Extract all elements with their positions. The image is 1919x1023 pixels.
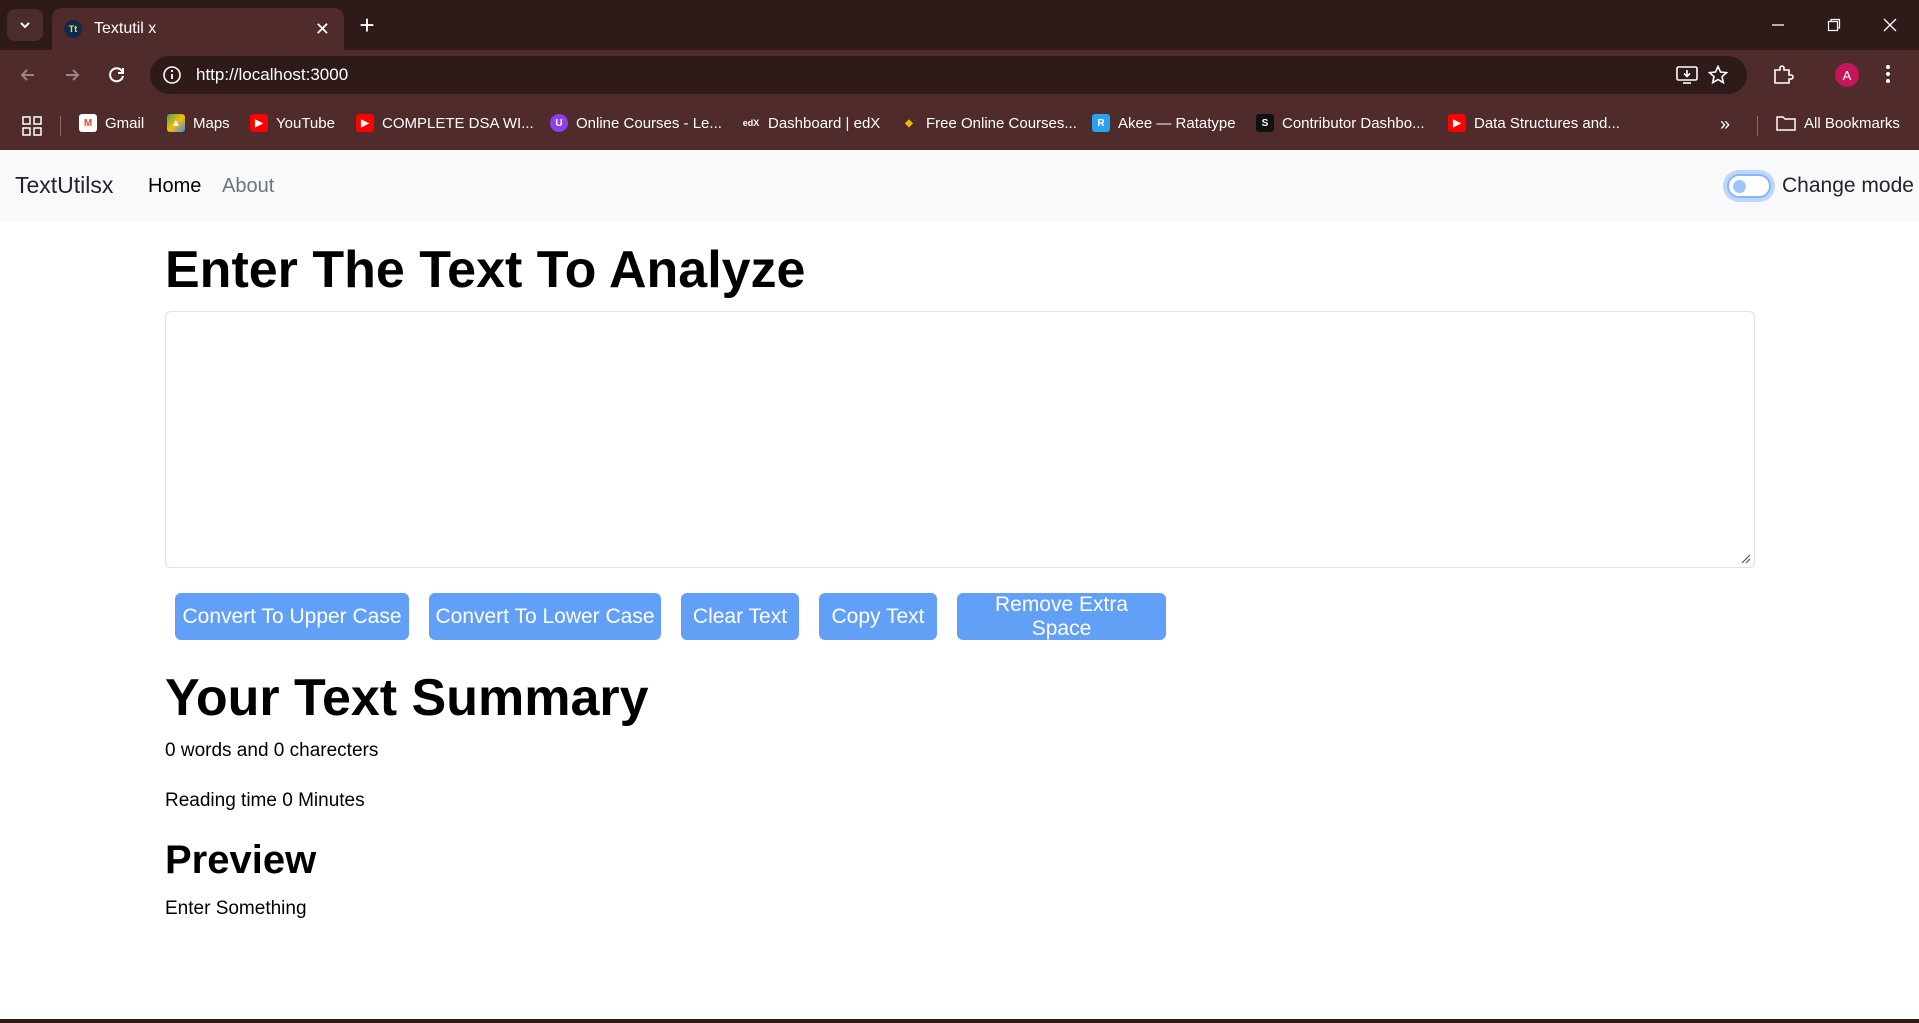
extensions-icon[interactable]	[1772, 63, 1794, 85]
bookmarks-bar: M Gmail ▲ Maps ▶ YouTube ▶ COMPLETE DSA …	[0, 100, 1919, 150]
minimize-button[interactable]	[1750, 0, 1806, 50]
resize-grip-icon[interactable]	[1741, 554, 1751, 564]
bookmark-star-icon[interactable]	[1708, 65, 1728, 85]
preview-text: Enter Something	[165, 898, 307, 919]
address-url[interactable]: http://localhost:3000	[196, 65, 348, 85]
ratatype-icon: R	[1092, 114, 1110, 132]
kebab-menu-icon[interactable]	[1885, 63, 1891, 85]
browser-tab-strip: Tt Textutil x ✕ +	[0, 0, 1919, 50]
copy-text-button[interactable]: Copy Text	[819, 593, 937, 640]
bookmark-label: Data Structures and...	[1474, 114, 1620, 132]
bookmark-edx[interactable]: edX Dashboard | edX	[742, 114, 881, 132]
contributor-icon: S	[1256, 114, 1274, 132]
maps-icon: ▲	[167, 114, 185, 132]
bookmark-separator	[1757, 116, 1758, 136]
folder-icon	[1776, 116, 1796, 131]
youtube-icon: ▶	[250, 114, 268, 132]
back-arrow-icon	[20, 69, 34, 81]
install-app-icon[interactable]	[1676, 65, 1698, 85]
udemy-icon: U	[550, 114, 568, 132]
text-input-area[interactable]	[165, 311, 1755, 568]
close-window-button[interactable]	[1862, 0, 1918, 50]
bookmark-label: Dashboard | edX	[768, 114, 881, 132]
app-navbar: TextUtilsx Home About Change mode	[0, 150, 1919, 222]
bookmark-label: Contributor Dashbo...	[1282, 114, 1425, 132]
bookmark-label: Akee — Ratatype	[1118, 114, 1236, 132]
nav-link-home[interactable]: Home	[148, 175, 201, 198]
remove-extra-space-button[interactable]: Remove Extra Space	[957, 593, 1166, 640]
clear-text-button[interactable]: Clear Text	[681, 593, 799, 640]
bookmark-gmail[interactable]: M Gmail	[79, 114, 144, 132]
bookmark-dsa[interactable]: ▶ COMPLETE DSA WI...	[356, 114, 534, 132]
tab-favicon: Tt	[64, 20, 82, 38]
browser-tab[interactable]: Tt Textutil x ✕	[52, 8, 344, 50]
close-icon	[1883, 18, 1897, 32]
forward-button[interactable]	[56, 59, 88, 91]
toggle-knob	[1733, 180, 1746, 193]
bookmark-label: YouTube	[276, 114, 335, 132]
bookmark-label: Gmail	[105, 114, 145, 132]
double-chevron-icon: »	[1720, 114, 1731, 134]
minimize-icon	[1772, 24, 1784, 26]
bookmark-udemy[interactable]: U Online Courses - Le...	[550, 114, 722, 132]
preview-heading: Preview	[165, 838, 317, 882]
bookmark-label: COMPLETE DSA WI...	[382, 114, 534, 132]
bookmark-ratatype[interactable]: R Akee — Ratatype	[1092, 114, 1236, 132]
back-button[interactable]	[12, 59, 44, 91]
bookmark-label: Free Online Courses...	[926, 114, 1077, 132]
reading-time: Reading time 0 Minutes	[165, 790, 365, 811]
mode-toggle-label: Change mode	[1782, 174, 1914, 197]
summary-heading: Your Text Summary	[165, 669, 649, 727]
youtube-icon: ▶	[1448, 114, 1466, 132]
restore-icon	[1827, 18, 1841, 32]
apps-grid-icon[interactable]	[22, 116, 42, 136]
navbar-brand[interactable]: TextUtilsx	[15, 172, 113, 199]
browser-toolbar: http://localhost:3000 A	[0, 50, 1919, 100]
bookmark-separator	[60, 116, 61, 136]
bookmark-contributor[interactable]: S Contributor Dashbo...	[1256, 114, 1425, 132]
edx-icon: edX	[742, 118, 760, 128]
bookmark-label: Maps	[193, 114, 230, 132]
new-tab-button[interactable]: +	[352, 10, 382, 40]
uppercase-button[interactable]: Convert To Upper Case	[175, 593, 409, 640]
bookmark-maps[interactable]: ▲ Maps	[167, 114, 230, 132]
mode-toggle-switch[interactable]	[1727, 174, 1771, 198]
bookmark-data-structures[interactable]: ▶ Data Structures and...	[1448, 114, 1620, 132]
site-info-icon[interactable]	[162, 65, 182, 85]
reload-button[interactable]	[101, 59, 133, 91]
window-bottom-edge	[0, 1019, 1919, 1023]
coursera-icon: ◆	[905, 117, 913, 129]
nav-link-about[interactable]: About	[222, 175, 274, 198]
word-char-count: 0 words and 0 charecters	[165, 740, 379, 761]
gmail-icon: M	[79, 114, 97, 132]
youtube-icon: ▶	[356, 114, 374, 132]
all-bookmarks-label: All Bookmarks	[1804, 114, 1900, 132]
more-bookmarks-button[interactable]: »	[1720, 114, 1730, 135]
bookmark-coursera[interactable]: ◆ Free Online Courses...	[900, 114, 1077, 132]
address-bar[interactable]: http://localhost:3000	[150, 56, 1747, 94]
forward-arrow-icon	[66, 69, 80, 81]
all-bookmarks-button[interactable]: All Bookmarks	[1776, 114, 1900, 132]
chevron-down-icon	[20, 22, 30, 29]
reload-icon	[109, 67, 124, 83]
page-heading: Enter The Text To Analyze	[165, 241, 806, 299]
bookmark-label: Online Courses - Le...	[576, 114, 722, 132]
tab-close-icon[interactable]: ✕	[315, 19, 330, 40]
bookmark-youtube[interactable]: ▶ YouTube	[250, 114, 335, 132]
restore-button[interactable]	[1806, 0, 1862, 50]
tab-title: Textutil x	[94, 20, 157, 37]
profile-avatar[interactable]: A	[1835, 63, 1859, 87]
lowercase-button[interactable]: Convert To Lower Case	[429, 593, 661, 640]
tab-search-button[interactable]	[7, 9, 43, 41]
